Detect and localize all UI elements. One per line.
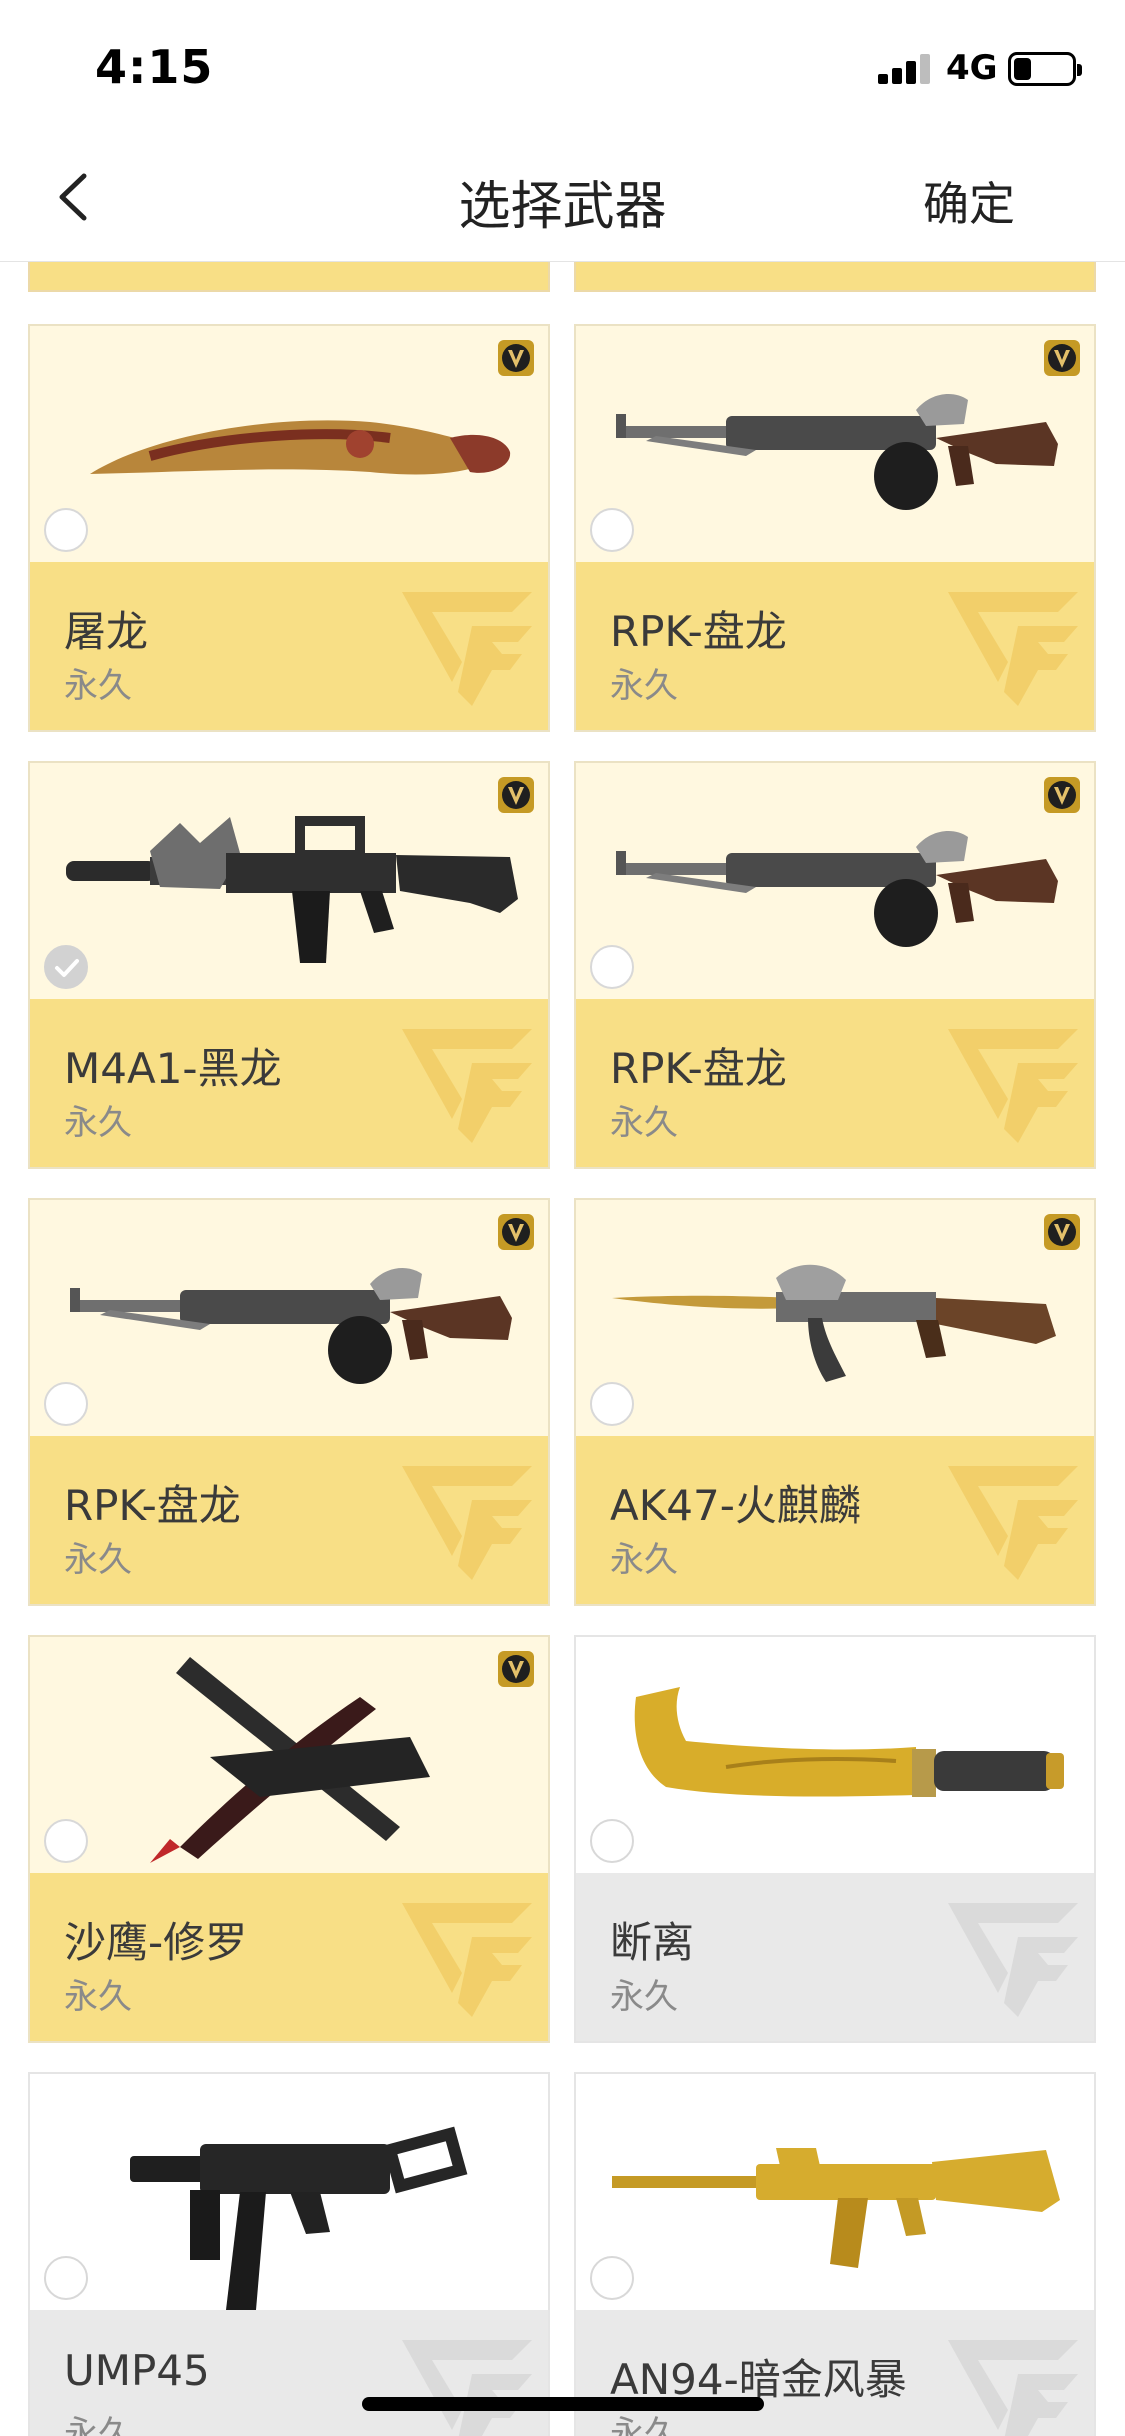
- status-time: 4:15: [95, 40, 214, 94]
- weapon-name: RPK-盘龙: [610, 607, 787, 656]
- weapon-card-footer: AK47-火麒麟永久: [576, 1436, 1094, 1604]
- pistol-icon: [30, 1637, 548, 1873]
- nav-bar: 选择武器 确定: [0, 132, 1125, 262]
- weapon-card[interactable]: M4A1-黑龙永久: [28, 761, 550, 1169]
- weapon-duration: 永久: [610, 1103, 678, 1143]
- weapon-card[interactable]: AN94-暗金风暴 永久: [574, 2072, 1096, 2436]
- cf-logo-icon: [938, 1456, 1088, 1586]
- select-radio[interactable]: [590, 945, 634, 989]
- cf-logo-icon: [392, 2330, 542, 2436]
- weapon-duration: 永久: [64, 666, 132, 706]
- cf-logo-icon: [392, 1893, 542, 2023]
- weapon-card[interactable]: UMP45 永久: [28, 2072, 550, 2436]
- network-type: 4G: [946, 48, 998, 88]
- home-indicator: [362, 2397, 764, 2411]
- weapon-card-footer: M4A1-黑龙永久: [30, 999, 548, 1167]
- assault-rifle-icon: [30, 763, 548, 999]
- cf-logo-icon: [938, 1019, 1088, 1149]
- weapon-card[interactable]: 断离 永久: [574, 1635, 1096, 2043]
- weapon-card-footer: RPK-盘龙永久: [30, 1436, 548, 1604]
- cf-logo-icon: [938, 1893, 1088, 2023]
- select-radio[interactable]: [590, 1382, 634, 1426]
- weapon-grid: 屠龙 永久 RPK-盘龙 永久 M4A1-黑龙 永久 RPK-盘龙 永久 RPK…: [0, 262, 1125, 2436]
- cf-logo-icon: [938, 2330, 1088, 2436]
- weapon-name: RPK-盘龙: [64, 1481, 241, 1530]
- weapon-card-partial[interactable]: [574, 262, 1096, 292]
- weapon-name: M4A1-黑龙: [64, 1044, 282, 1093]
- weapon-name: AK47-火麒麟: [610, 1481, 861, 1530]
- vip-badge-icon: [496, 775, 536, 815]
- weapon-duration: 永久: [610, 666, 678, 706]
- cf-logo-icon: [392, 582, 542, 712]
- confirm-button[interactable]: 确定: [923, 168, 1015, 234]
- machine-gun-icon: [30, 1200, 548, 1436]
- machine-gun-icon: [576, 326, 1094, 562]
- kukri-knife-icon: [30, 326, 548, 562]
- weapon-duration: 永久: [610, 1540, 678, 1580]
- weapon-card-footer: 断离 永久: [576, 1873, 1094, 2041]
- weapon-duration: 永久: [64, 2414, 132, 2436]
- weapon-card[interactable]: RPK-盘龙永久: [28, 1198, 550, 1606]
- smg-icon: [30, 2074, 548, 2310]
- vip-badge-icon: [496, 1212, 536, 1252]
- select-radio[interactable]: [44, 2256, 88, 2300]
- battery-icon: [1008, 52, 1082, 86]
- weapon-card-footer: RPK-盘龙永久: [576, 999, 1094, 1167]
- cf-logo-icon: [938, 582, 1088, 712]
- select-radio[interactable]: [590, 508, 634, 552]
- weapon-duration: 永久: [64, 1540, 132, 1580]
- weapon-name: UMP45: [64, 2346, 210, 2395]
- weapon-duration: 永久: [64, 1103, 132, 1143]
- weapon-card[interactable]: 屠龙 永久: [28, 324, 550, 732]
- vip-badge-icon: [1042, 1212, 1082, 1252]
- weapon-duration: 永久: [610, 1977, 678, 2017]
- weapon-duration: 永久: [64, 1977, 132, 2017]
- weapon-card-footer: 屠龙 永久: [30, 562, 548, 730]
- status-bar: 4:15 4G: [0, 0, 1125, 132]
- weapon-card-partial[interactable]: [28, 262, 550, 292]
- weapon-card-footer: UMP45 永久: [30, 2310, 548, 2436]
- weapon-card[interactable]: RPK-盘龙永久: [574, 324, 1096, 732]
- cf-logo-icon: [392, 1456, 542, 1586]
- selected-check-icon[interactable]: [44, 945, 88, 989]
- weapon-card[interactable]: 沙鹰-修罗永久: [28, 1635, 550, 2043]
- weapon-name: 断离: [610, 1918, 695, 1967]
- vip-badge-icon: [1042, 338, 1082, 378]
- weapon-name: RPK-盘龙: [610, 1044, 787, 1093]
- vip-badge-icon: [496, 1649, 536, 1689]
- weapon-select-screen: 4:15 4G 选择武器 确定 屠龙 永久 RPK-盘龙 永久 M4A1-黑龙 …: [0, 0, 1125, 2436]
- weapon-name: 沙鹰-修罗: [64, 1918, 248, 1967]
- gold-rifle-icon: [576, 2074, 1094, 2310]
- machine-gun-icon: [576, 763, 1094, 999]
- ak47-icon: [576, 1200, 1094, 1436]
- select-radio[interactable]: [44, 508, 88, 552]
- vip-badge-icon: [496, 338, 536, 378]
- select-radio[interactable]: [44, 1382, 88, 1426]
- cf-logo-icon: [392, 1019, 542, 1149]
- machete-icon: [576, 1637, 1094, 1873]
- select-radio[interactable]: [44, 1819, 88, 1863]
- weapon-card[interactable]: AK47-火麒麟永久: [574, 1198, 1096, 1606]
- weapon-name: 屠龙: [64, 607, 149, 656]
- weapon-card-footer: AN94-暗金风暴 永久: [576, 2310, 1094, 2436]
- weapon-card-footer: 沙鹰-修罗永久: [30, 1873, 548, 2041]
- weapon-card-footer: RPK-盘龙永久: [576, 562, 1094, 730]
- select-radio[interactable]: [590, 1819, 634, 1863]
- vip-badge-icon: [1042, 775, 1082, 815]
- weapon-card[interactable]: RPK-盘龙永久: [574, 761, 1096, 1169]
- select-radio[interactable]: [590, 2256, 634, 2300]
- signal-strength-icon: [878, 52, 932, 84]
